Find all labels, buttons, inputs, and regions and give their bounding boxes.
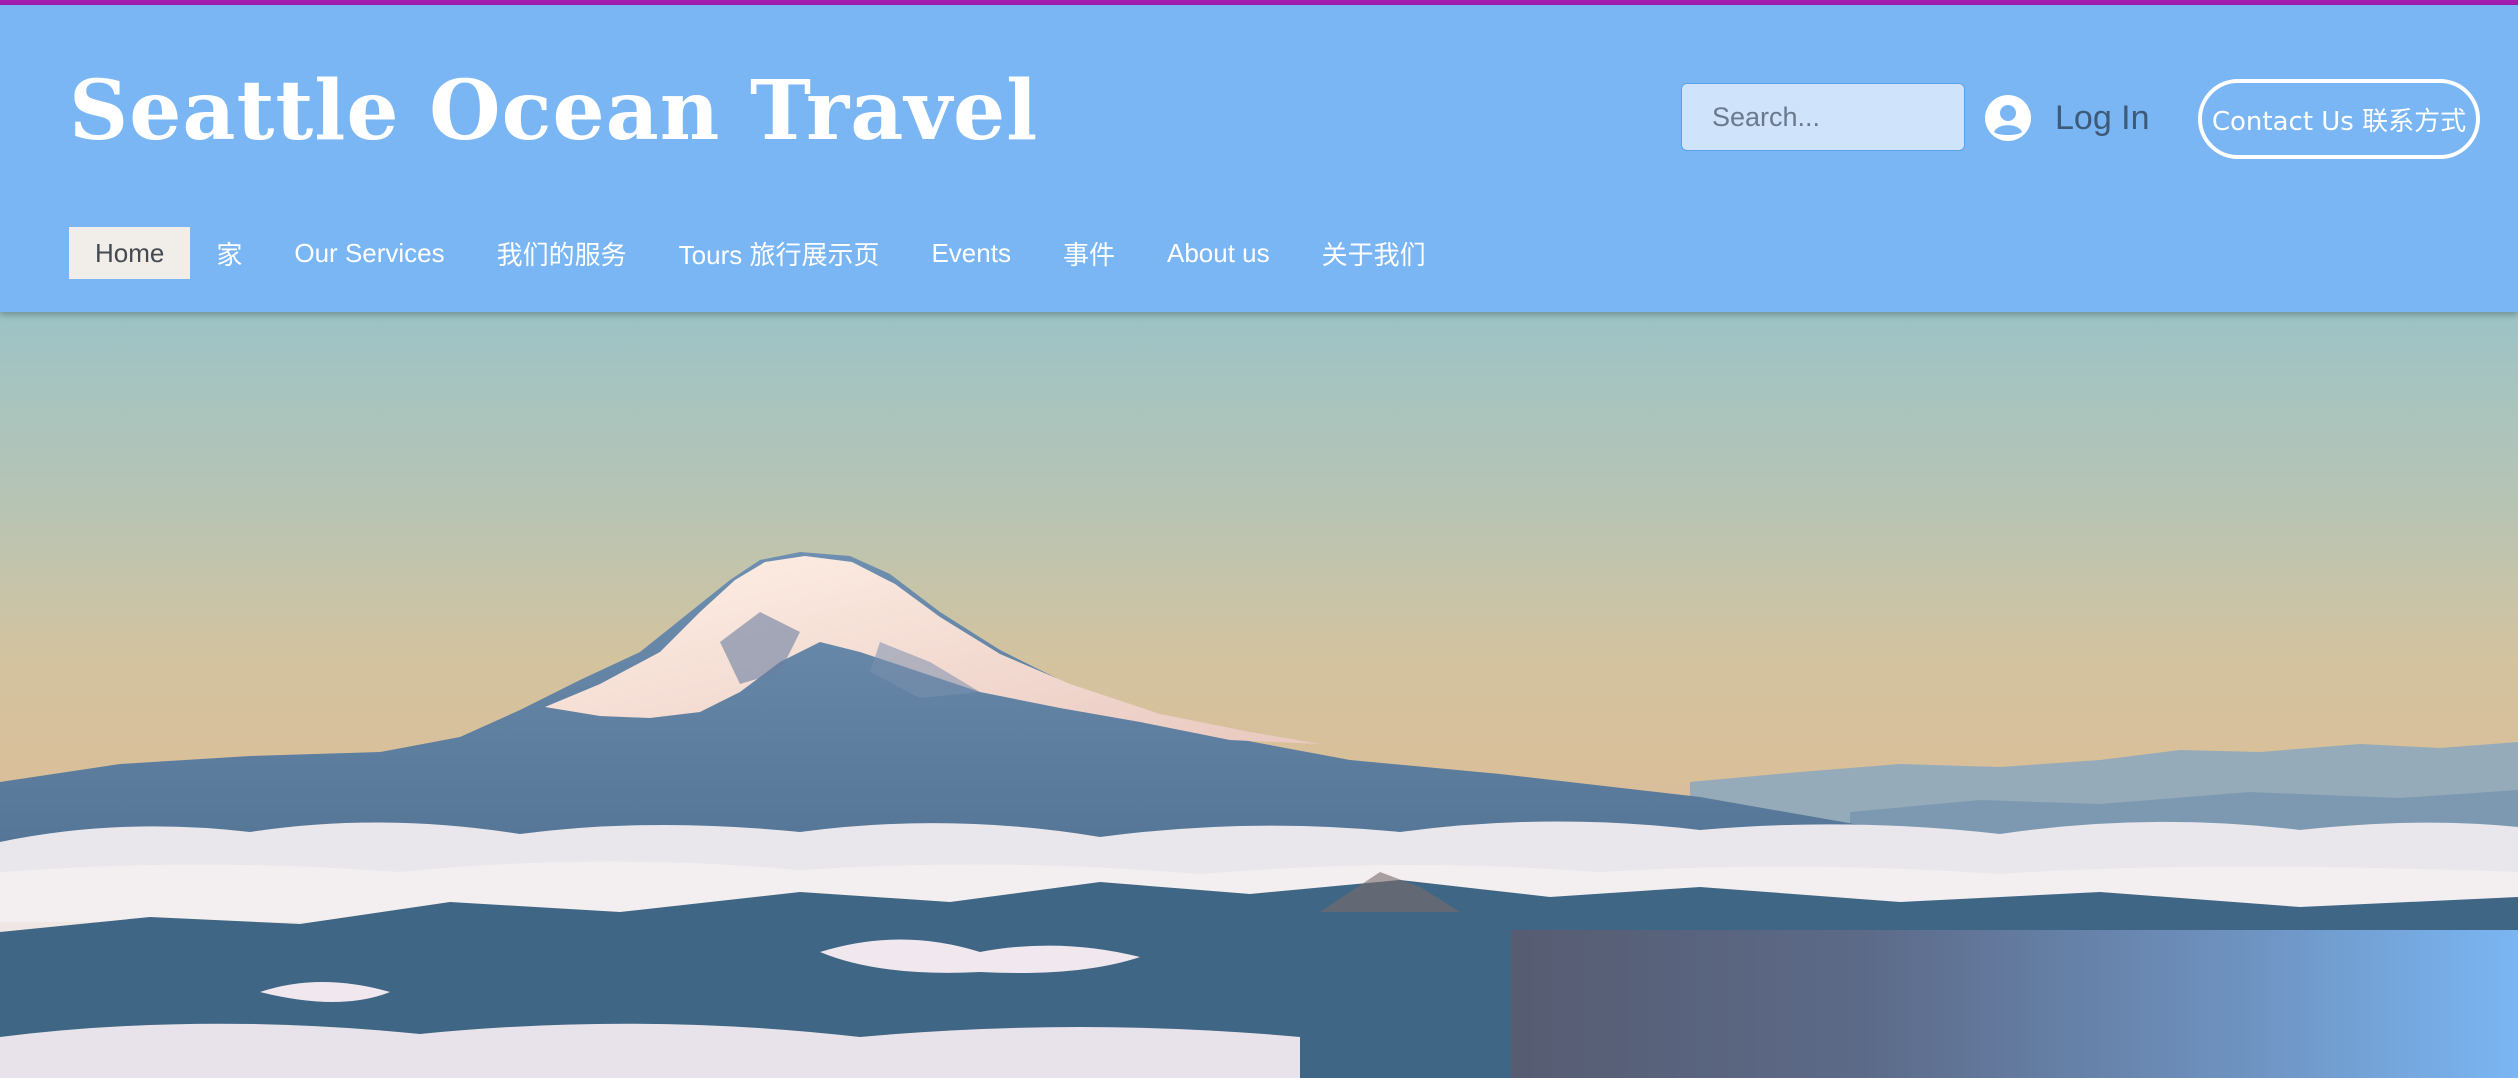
main-nav: Home 家 Our Services 我们的服务 Tours 旅行展示页 Ev… [69, 225, 1452, 281]
nav-item-events-zh[interactable]: 事件 [1037, 227, 1141, 279]
nav-item-events[interactable]: Events [905, 227, 1037, 279]
login-label: Log In [2055, 98, 2150, 137]
nav-item-our-services-zh[interactable]: 我们的服务 [471, 227, 653, 279]
search-input[interactable] [1682, 84, 1964, 150]
avatar-icon [1985, 95, 2031, 141]
nav-item-about-us-zh[interactable]: 关于我们 [1296, 227, 1452, 279]
nav-item-tours[interactable]: Tours 旅行展示页 [653, 227, 906, 279]
overlay-panel [1511, 930, 2518, 1078]
nav-item-home[interactable]: Home [69, 227, 191, 279]
contact-us-button[interactable]: Contact Us 联系方式 [2198, 79, 2480, 159]
login-button[interactable]: Log In [1985, 89, 2150, 147]
site-header: Seattle Ocean Travel Log In Contact Us 联… [0, 5, 2518, 312]
search-box [1681, 83, 1965, 151]
nav-item-home-zh[interactable]: 家 [190, 227, 268, 279]
site-title[interactable]: Seattle Ocean Travel [69, 63, 1038, 159]
nav-item-about-us[interactable]: About us [1141, 227, 1296, 279]
nav-item-our-services[interactable]: Our Services [268, 227, 470, 279]
